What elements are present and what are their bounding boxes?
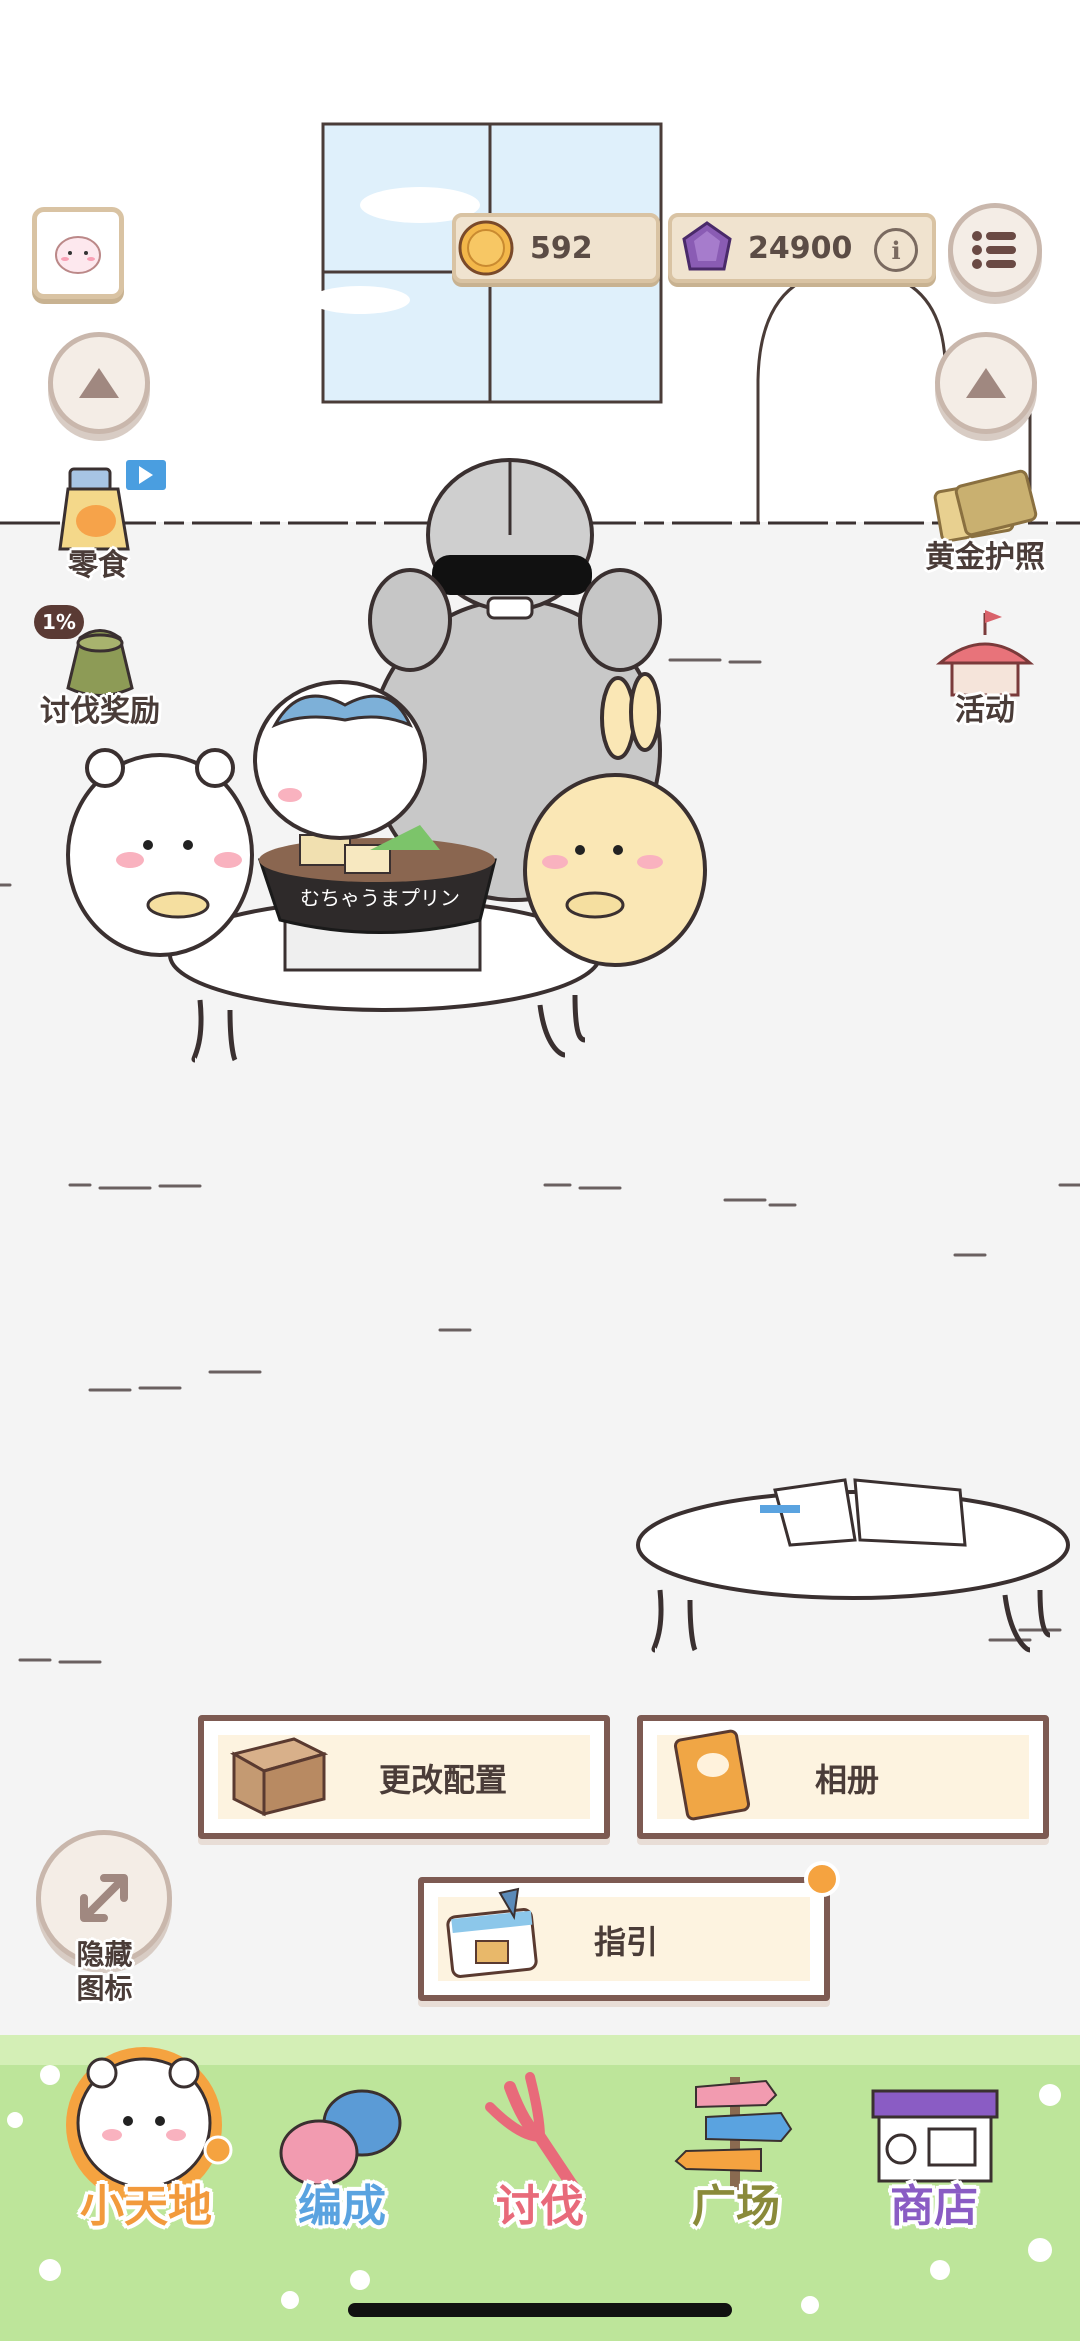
tab-home-label: 小天地: [80, 2181, 212, 2232]
avatar-icon: [55, 236, 101, 274]
notification-dot: [804, 1861, 840, 1897]
bottom-nav: 小天地 编成 讨伐 广场 商店: [0, 2025, 1080, 2265]
hide-icons-label: 隐藏 图标: [76, 1938, 133, 2005]
home-indicator[interactable]: [348, 2303, 732, 2317]
guide-card-icon: [446, 1887, 538, 1978]
white-bear-character: [66, 748, 254, 957]
video-ad-icon: [123, 457, 169, 493]
snack-button[interactable]: 零食: [38, 455, 169, 583]
gem-count: 24900: [748, 230, 853, 266]
expand-arrows-icon: [80, 1874, 128, 1922]
tab-subjugation[interactable]: 讨伐: [440, 2025, 640, 2265]
tab-plaza[interactable]: 广场: [636, 2025, 836, 2265]
gem-counter[interactable]: 24900 i: [668, 213, 936, 283]
reward-label: 讨伐奖励: [40, 694, 160, 729]
cat-character: [253, 680, 427, 840]
coin-count: 592: [530, 230, 593, 266]
tab-team-label: 编成: [298, 2181, 386, 2232]
menu-list-icon: [972, 231, 1016, 269]
tab-home[interactable]: 小天地: [46, 2025, 246, 2265]
change-layout-label: 更改配置: [379, 1761, 508, 1799]
gold-passport-button[interactable]: 黄金护照: [900, 460, 1070, 585]
coin-counter[interactable]: 592: [452, 213, 660, 283]
coin-icon: [458, 220, 514, 276]
collapse-left-button[interactable]: [48, 332, 150, 434]
reward-progress-badge: 1%: [34, 605, 84, 639]
gem-icon: [682, 221, 732, 271]
event-button[interactable]: 活动: [910, 605, 1060, 735]
subjugation-reward-button[interactable]: 1% 讨伐奖励: [20, 603, 180, 733]
album-label: 相册: [815, 1761, 880, 1799]
tab-shop-label: 商店: [890, 2181, 978, 2232]
change-layout-button[interactable]: 更改配置: [198, 1715, 610, 1839]
tab-plaza-label: 广场: [692, 2181, 780, 2232]
collapse-right-button[interactable]: [935, 332, 1037, 434]
menu-button[interactable]: [948, 203, 1042, 297]
tab-shop[interactable]: 商店: [834, 2025, 1034, 2265]
album-book-icon: [673, 1729, 751, 1821]
hide-icons-button[interactable]: 隐藏 图标: [32, 1830, 177, 2005]
pot-label: むちゃうまプリン: [300, 886, 460, 910]
cardboard-box-icon: [229, 1737, 329, 1817]
triangle-up-icon: [79, 368, 119, 398]
event-label: 活动: [955, 693, 1015, 728]
guide-button[interactable]: 指引: [418, 1861, 840, 2001]
guide-label: 指引: [594, 1923, 659, 1961]
tab-team[interactable]: 编成: [242, 2025, 442, 2265]
gold-passport-label: 黄金护照: [925, 540, 1045, 575]
info-icon[interactable]: i: [874, 228, 918, 272]
snack-label: 零食: [68, 548, 128, 583]
tab-subjugation-label: 讨伐: [496, 2181, 584, 2232]
album-button[interactable]: 相册: [637, 1715, 1049, 1839]
profile-avatar-button[interactable]: [32, 207, 124, 299]
triangle-up-icon: [966, 368, 1006, 398]
